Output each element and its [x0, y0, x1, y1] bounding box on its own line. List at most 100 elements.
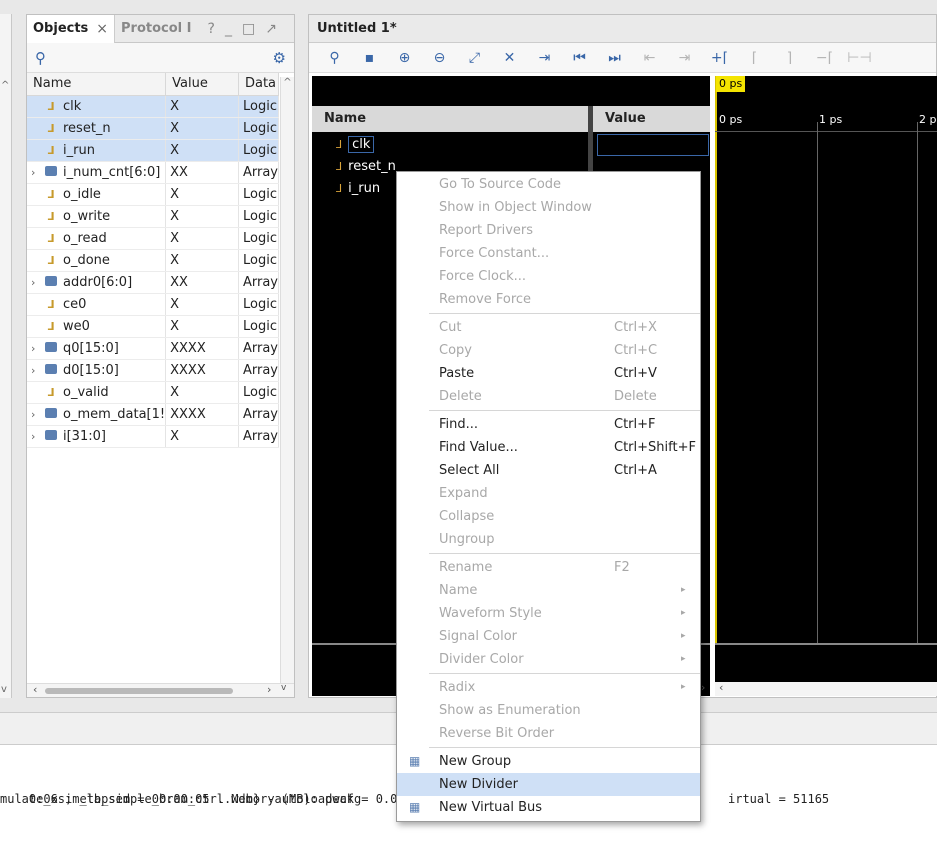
menu-item-signal-color[interactable]: Signal Color ▸ — [397, 625, 700, 648]
value-cell-selected[interactable] — [597, 134, 709, 156]
menu-item-remove-force[interactable]: Remove Force — [397, 288, 700, 311]
horizontal-scrollbar[interactable]: ‹ › v — [27, 683, 294, 697]
delete-marker-icon[interactable]: −⌈ — [807, 50, 842, 66]
scroll-up-arrow-icon[interactable]: ^ — [1, 80, 9, 91]
object-name-cell[interactable]: › i[31:0] — [27, 425, 167, 448]
table-row[interactable]: › q0[15:0] XXXX Array — [27, 337, 280, 360]
time-cursor-line[interactable] — [715, 76, 717, 643]
menu-item-waveform-style[interactable]: Waveform Style ▸ — [397, 602, 700, 625]
menu-item-ungroup[interactable]: Ungroup — [397, 528, 700, 551]
object-name-cell[interactable]: ⅃ we0 — [27, 315, 167, 338]
menu-item-show-as-enumeration[interactable]: Show as Enumeration — [397, 699, 700, 722]
menu-item-rename[interactable]: Rename F2 — [397, 556, 700, 579]
table-row[interactable]: › addr0[6:0] XX Array — [27, 271, 280, 294]
chevron-right-icon[interactable]: › — [31, 342, 45, 355]
column-header-value[interactable]: Value — [165, 73, 239, 96]
object-name-cell[interactable]: ⅃ i_run — [27, 139, 167, 162]
table-row[interactable]: ⅃ clk X Logic — [27, 95, 280, 118]
help-icon[interactable]: ? — [208, 21, 215, 37]
menu-item-force-clock[interactable]: Force Clock... — [397, 265, 700, 288]
column-header-data[interactable]: Data — [238, 73, 280, 96]
object-name-cell[interactable]: ⅃ reset_n — [27, 117, 167, 140]
menu-item-find-value[interactable]: Find Value... Ctrl+Shift+F — [397, 436, 700, 459]
wave-signal-row[interactable]: ⅃ clk — [312, 134, 588, 156]
zoom-in-icon[interactable]: ⊕ — [387, 50, 422, 66]
object-name-cell[interactable]: ⅃ ce0 — [27, 293, 167, 316]
column-header-name[interactable]: Name — [27, 73, 167, 96]
table-row[interactable]: ⅃ we0 X Logic — [27, 315, 280, 338]
object-name-cell[interactable]: ⅃ o_idle — [27, 183, 167, 206]
menu-item-expand[interactable]: Expand — [397, 482, 700, 505]
value-column-header[interactable]: Value — [593, 106, 710, 132]
menu-item-find[interactable]: Find... Ctrl+F — [397, 413, 700, 436]
menu-item-new-group[interactable]: ▦ New Group — [397, 750, 700, 773]
scroll-up-arrow-icon[interactable]: ^ — [281, 77, 294, 88]
chevron-right-icon[interactable]: › — [31, 408, 45, 421]
vertical-scrollbar[interactable]: ^ — [280, 77, 294, 687]
object-name-cell[interactable]: ⅃ o_done — [27, 249, 167, 272]
swap-cursors-icon[interactable]: ⊢⊣ — [842, 50, 877, 66]
menu-item-report-drivers[interactable]: Report Drivers — [397, 219, 700, 242]
wave-horizontal-scrollbar[interactable]: › ‹ — [701, 681, 937, 696]
minimize-icon[interactable]: _ — [225, 21, 232, 37]
table-row[interactable]: ⅃ o_read X Logic — [27, 227, 280, 250]
chevron-right-icon[interactable]: › — [31, 364, 45, 377]
table-row[interactable]: ⅃ o_idle X Logic — [27, 183, 280, 206]
menu-item-delete[interactable]: Delete Delete — [397, 385, 700, 408]
horizontal-scroll-thumb[interactable] — [45, 688, 233, 694]
object-name-cell[interactable]: ⅃ o_read — [27, 227, 167, 250]
object-name-cell[interactable]: ⅃ o_valid — [27, 381, 167, 404]
search-icon[interactable]: ⚲ — [35, 49, 46, 67]
name-column-header[interactable]: Name — [312, 106, 588, 132]
menu-item-reverse-bit-order[interactable]: Reverse Bit Order — [397, 722, 700, 745]
menu-item-cut[interactable]: Cut Ctrl+X — [397, 316, 700, 339]
menu-item-go-to-source-code[interactable]: Go To Source Code — [397, 173, 700, 196]
chevron-right-icon[interactable]: › — [31, 276, 45, 289]
zoom-out-icon[interactable]: ⊖ — [422, 50, 457, 66]
object-name-cell[interactable]: › q0[15:0] — [27, 337, 167, 360]
menu-item-divider-color[interactable]: Divider Color ▸ — [397, 648, 700, 671]
menu-item-radix[interactable]: Radix ▸ — [397, 676, 700, 699]
scroll-down-arrow-icon[interactable]: v — [1, 684, 7, 695]
table-row[interactable]: ⅃ o_valid X Logic — [27, 381, 280, 404]
close-icon[interactable]: × — [96, 21, 108, 37]
gear-icon[interactable]: ⚙ — [273, 49, 286, 67]
table-row[interactable]: ⅃ o_done X Logic — [27, 249, 280, 272]
table-row[interactable]: ⅃ reset_n X Logic — [27, 117, 280, 140]
go-to-time-zero-icon[interactable]: ⇥ — [527, 50, 562, 66]
object-name-cell[interactable]: › addr0[6:0] — [27, 271, 167, 294]
menu-item-new-divider[interactable]: New Divider — [397, 773, 700, 796]
chevron-right-icon[interactable]: › — [31, 166, 45, 179]
zoom-to-cursor-icon[interactable]: ✕ — [492, 50, 527, 66]
object-name-cell[interactable]: › d0[15:0] — [27, 359, 167, 382]
menu-item-new-virtual-bus[interactable]: ▦ New Virtual Bus — [397, 796, 700, 819]
maximize-icon[interactable]: □ — [242, 21, 255, 37]
object-name-cell[interactable]: › o_mem_data[1! — [27, 403, 167, 426]
table-row[interactable]: › d0[15:0] XXXX Array — [27, 359, 280, 382]
scroll-left-arrow-icon[interactable]: ‹ — [33, 683, 37, 696]
go-to-end-icon[interactable]: ⏭ — [597, 50, 632, 66]
menu-item-name[interactable]: Name ▸ — [397, 579, 700, 602]
table-row[interactable]: ⅃ i_run X Logic — [27, 139, 280, 162]
table-row[interactable]: ⅃ ce0 X Logic — [27, 293, 280, 316]
next-marker-icon[interactable]: ⌉ — [772, 50, 807, 66]
table-row[interactable]: › o_mem_data[1! XXXX Array — [27, 403, 280, 426]
menu-item-copy[interactable]: Copy Ctrl+C — [397, 339, 700, 362]
go-to-start-icon[interactable]: ⏮ — [562, 50, 597, 66]
table-row[interactable]: ⅃ o_write X Logic — [27, 205, 280, 228]
object-name-cell[interactable]: ⅃ clk — [27, 95, 167, 118]
save-icon[interactable]: ▪ — [352, 50, 387, 66]
object-name-cell[interactable]: ⅃ o_write — [27, 205, 167, 228]
menu-item-collapse[interactable]: Collapse — [397, 505, 700, 528]
scroll-down-arrow-icon[interactable]: v — [281, 683, 286, 693]
menu-item-show-in-object-window[interactable]: Show in Object Window — [397, 196, 700, 219]
search-icon[interactable]: ⚲ — [317, 50, 352, 66]
float-icon[interactable]: ↗ — [265, 21, 277, 37]
previous-marker-icon[interactable]: ⌈ — [737, 50, 772, 66]
menu-item-paste[interactable]: Paste Ctrl+V — [397, 362, 700, 385]
chevron-right-icon[interactable]: › — [31, 430, 45, 443]
next-transition-icon[interactable]: ⇥ — [667, 50, 702, 66]
object-name-cell[interactable]: › i_num_cnt[6:0] — [27, 161, 167, 184]
table-row[interactable]: › i_num_cnt[6:0] XX Array — [27, 161, 280, 184]
zoom-fit-icon[interactable]: ⤢ — [457, 50, 492, 66]
